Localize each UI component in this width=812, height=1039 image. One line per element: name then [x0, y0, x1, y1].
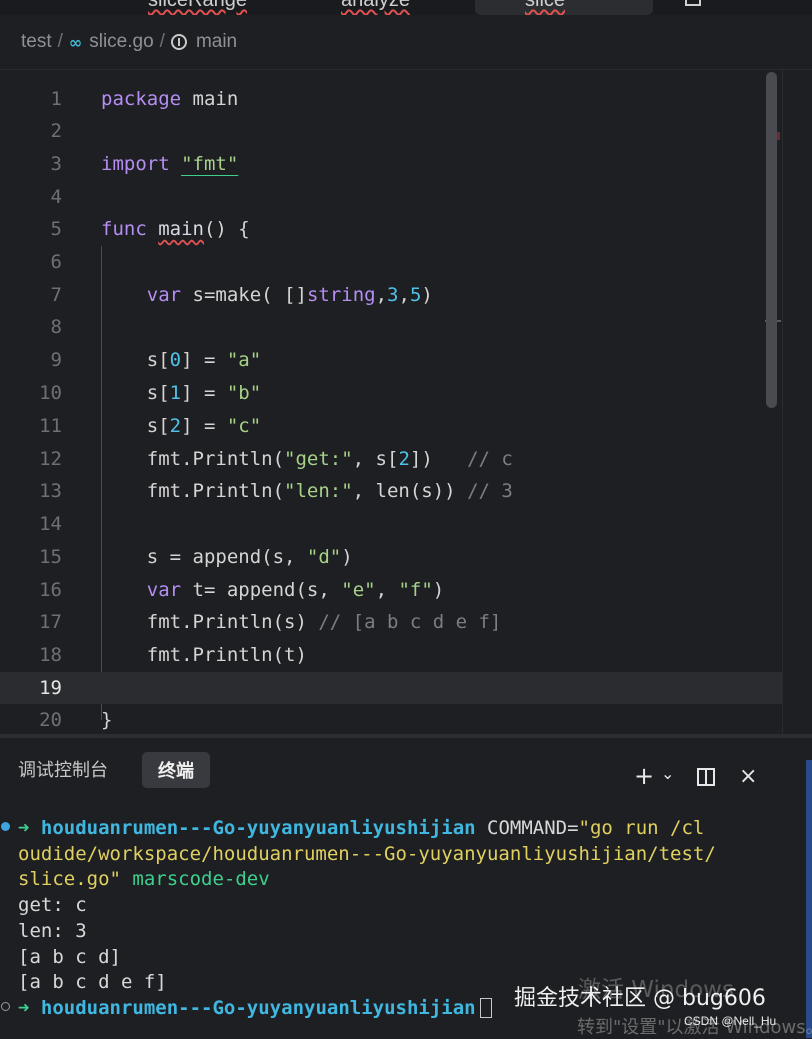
command-pending-icon	[1, 1002, 10, 1011]
code-text: fmt.Println(t)	[101, 644, 307, 666]
line-number: 15	[39, 546, 62, 568]
terminal-output-line: [a b c d e f]	[18, 971, 167, 994]
code-line[interactable]: 17 fmt.Println(s) // [a b c d e f]	[0, 606, 782, 638]
terminal-output-line: [a b c d]	[18, 945, 121, 968]
command-success-icon	[1, 822, 10, 831]
code-line[interactable]: 5 func main() {	[0, 213, 782, 245]
code-text: func main() {	[101, 218, 250, 240]
code-line[interactable]: 16 var t= append(s, "e", "f")	[0, 574, 782, 606]
terminal-output-line: get: c	[18, 894, 87, 917]
code-editor[interactable]: 1 package main 2 3 import "fmt" 4 5 func ma…	[0, 69, 812, 735]
breadcrumb-separator: /	[159, 31, 165, 52]
code-text: var t= append(s, "e", "f")	[146, 579, 445, 601]
code-text: import "fmt"	[101, 153, 239, 175]
split-editor-icon[interactable]	[685, 0, 701, 6]
line-number: 3	[50, 153, 62, 175]
panel-tabs: 调试控制台 终端	[0, 748, 812, 790]
terminal-prompt-line[interactable]: ➜ houduanrumen---Go-yuyanyuanliyushijian	[18, 996, 492, 1022]
tab-analyze[interactable]: analyze	[341, 0, 410, 12]
chevron-down-icon[interactable]: ⌄	[661, 762, 674, 786]
line-number: 7	[50, 284, 62, 306]
line-number: 2	[50, 120, 62, 142]
line-number: 10	[39, 382, 62, 404]
line-number: 20	[39, 709, 62, 731]
code-text: s = append(s, "d")	[101, 546, 353, 568]
code-text: s[1] = "b"	[101, 382, 262, 404]
minimap-divider	[782, 70, 783, 735]
code-line[interactable]: 2	[0, 115, 782, 147]
breadcrumb: test / ∞ slice.go / main	[0, 15, 812, 69]
code-line[interactable]: 10 s[1] = "b"	[0, 377, 782, 409]
code-line[interactable]: 18 fmt.Println(t)	[0, 639, 782, 671]
code-line[interactable]: 14	[0, 508, 782, 540]
add-terminal-icon[interactable]: +	[634, 764, 654, 788]
line-number: 14	[39, 513, 62, 535]
code-line[interactable]: 3 import "fmt"	[0, 148, 782, 180]
code-text: fmt.Println(s) // [a b c d e f]	[101, 611, 502, 633]
csdn-watermark: CSDN @Nell_Hu	[684, 1014, 777, 1028]
watermark: 掘金技术社区 @ bug606	[514, 986, 766, 1011]
code-text: var s=make( []string,3,5)	[146, 284, 433, 306]
code-line[interactable]: 13 fmt.Println("len:", len(s)) // 3	[0, 475, 782, 507]
window-edge	[806, 760, 812, 1038]
breadcrumb-symbol[interactable]: main	[196, 31, 237, 53]
code-line[interactable]: 8	[0, 311, 782, 343]
line-number: 19	[39, 677, 62, 699]
code-line[interactable]: 15 s = append(s, "d")	[0, 541, 782, 573]
tab-terminal[interactable]: 终端	[142, 752, 210, 788]
code-line[interactable]: 11 s[2] = "c"	[0, 410, 782, 442]
tab-debug-console[interactable]: 调试控制台	[18, 756, 108, 782]
code-line[interactable]: 7 var s=make( []string,3,5)	[0, 279, 782, 311]
line-number: 17	[39, 611, 62, 633]
tab-slice[interactable]: slice	[525, 0, 565, 12]
editor-scrollbar[interactable]	[766, 72, 777, 408]
terminal-cursor	[479, 998, 492, 1019]
line-number: 5	[50, 218, 62, 240]
code-text: }	[101, 709, 113, 731]
code-line[interactable]: 4	[0, 181, 782, 213]
line-number: 4	[50, 186, 62, 208]
go-file-icon: ∞	[68, 32, 82, 52]
code-text: package main	[101, 88, 239, 110]
code-text: fmt.Println("len:", len(s)) // 3	[101, 480, 513, 502]
terminal-line: ➜ houduanrumen---Go-yuyanyuanliyushijian…	[18, 817, 705, 839]
terminal-output-line: len: 3	[18, 919, 87, 942]
code-line-current[interactable]: 19	[0, 672, 782, 704]
tab-slicerange[interactable]: sliceRange	[148, 0, 247, 12]
line-number: 13	[39, 480, 62, 502]
breadcrumb-file[interactable]: slice.go	[89, 31, 153, 53]
line-number: 11	[39, 415, 62, 437]
code-text: fmt.Println("get:", s[2]) // c	[101, 448, 513, 470]
editor-tab-strip: sliceRange analyze slice	[0, 0, 812, 15]
line-number: 16	[39, 579, 62, 601]
code-line[interactable]: 6	[0, 246, 782, 278]
line-number: 18	[39, 644, 62, 666]
breadcrumb-separator: /	[57, 31, 63, 52]
line-number: 8	[50, 316, 62, 338]
line-number: 12	[39, 448, 62, 470]
breadcrumb-folder[interactable]: test	[21, 31, 52, 53]
line-number: 9	[50, 349, 62, 371]
code-line[interactable]: 12 fmt.Println("get:", s[2]) // c	[0, 443, 782, 475]
line-number: 6	[50, 251, 62, 273]
code-text: s[0] = "a"	[101, 349, 262, 371]
line-number: 1	[50, 88, 62, 110]
terminal-line: slice.go" marscode-dev	[18, 868, 270, 891]
code-line[interactable]: 9 s[0] = "a"	[0, 344, 782, 376]
code-text: s[2] = "c"	[101, 415, 262, 437]
split-terminal-icon[interactable]	[697, 768, 715, 786]
code-line[interactable]: 20}	[0, 704, 782, 735]
terminal-line: oudide/workspace/houduanrumen---Go-yuyan…	[18, 842, 716, 865]
code-line[interactable]: 1 package main	[0, 83, 782, 115]
close-icon[interactable]: ×	[739, 765, 757, 789]
function-icon	[170, 34, 187, 50]
